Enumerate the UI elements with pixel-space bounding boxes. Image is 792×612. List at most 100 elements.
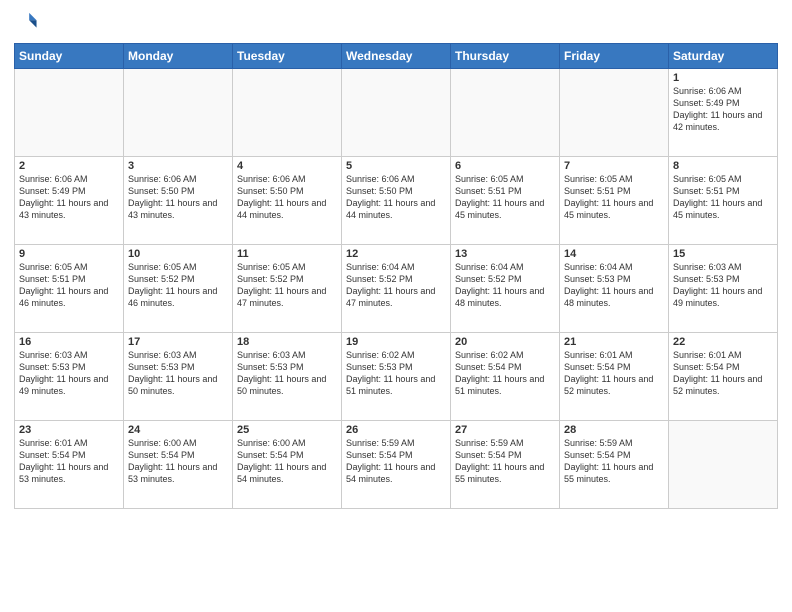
calendar-cell [451, 69, 560, 157]
day-info: Sunrise: 6:04 AMSunset: 5:52 PMDaylight:… [346, 261, 446, 310]
day-number: 18 [237, 336, 337, 348]
page: SundayMondayTuesdayWednesdayThursdayFrid… [0, 0, 792, 612]
day-info: Sunrise: 6:06 AMSunset: 5:50 PMDaylight:… [128, 173, 228, 222]
weekday-thursday: Thursday [451, 44, 560, 69]
calendar-cell [342, 69, 451, 157]
day-number: 7 [564, 160, 664, 172]
calendar-cell: 10Sunrise: 6:05 AMSunset: 5:52 PMDayligh… [124, 245, 233, 333]
day-number: 2 [19, 160, 119, 172]
day-info: Sunrise: 5:59 AMSunset: 5:54 PMDaylight:… [455, 437, 555, 486]
day-info: Sunrise: 6:05 AMSunset: 5:51 PMDaylight:… [564, 173, 664, 222]
weekday-tuesday: Tuesday [233, 44, 342, 69]
calendar-cell: 15Sunrise: 6:03 AMSunset: 5:53 PMDayligh… [669, 245, 778, 333]
day-number: 27 [455, 424, 555, 436]
day-number: 25 [237, 424, 337, 436]
day-info: Sunrise: 6:02 AMSunset: 5:54 PMDaylight:… [455, 349, 555, 398]
day-info: Sunrise: 6:02 AMSunset: 5:53 PMDaylight:… [346, 349, 446, 398]
day-number: 16 [19, 336, 119, 348]
day-number: 8 [673, 160, 773, 172]
calendar-cell [233, 69, 342, 157]
day-number: 20 [455, 336, 555, 348]
day-number: 13 [455, 248, 555, 260]
calendar-cell: 23Sunrise: 6:01 AMSunset: 5:54 PMDayligh… [15, 421, 124, 509]
calendar-cell: 28Sunrise: 5:59 AMSunset: 5:54 PMDayligh… [560, 421, 669, 509]
logo [14, 10, 38, 37]
week-row-1: 2Sunrise: 6:06 AMSunset: 5:49 PMDaylight… [15, 157, 778, 245]
calendar-cell [15, 69, 124, 157]
day-info: Sunrise: 6:01 AMSunset: 5:54 PMDaylight:… [673, 349, 773, 398]
day-number: 6 [455, 160, 555, 172]
day-info: Sunrise: 6:04 AMSunset: 5:53 PMDaylight:… [564, 261, 664, 310]
calendar-cell: 7Sunrise: 6:05 AMSunset: 5:51 PMDaylight… [560, 157, 669, 245]
day-number: 5 [346, 160, 446, 172]
day-number: 9 [19, 248, 119, 260]
day-info: Sunrise: 6:01 AMSunset: 5:54 PMDaylight:… [19, 437, 119, 486]
day-info: Sunrise: 6:04 AMSunset: 5:52 PMDaylight:… [455, 261, 555, 310]
calendar-cell: 2Sunrise: 6:06 AMSunset: 5:49 PMDaylight… [15, 157, 124, 245]
day-info: Sunrise: 5:59 AMSunset: 5:54 PMDaylight:… [564, 437, 664, 486]
day-number: 12 [346, 248, 446, 260]
calendar-cell: 5Sunrise: 6:06 AMSunset: 5:50 PMDaylight… [342, 157, 451, 245]
day-info: Sunrise: 6:00 AMSunset: 5:54 PMDaylight:… [128, 437, 228, 486]
calendar-cell: 4Sunrise: 6:06 AMSunset: 5:50 PMDaylight… [233, 157, 342, 245]
day-number: 1 [673, 72, 773, 84]
day-info: Sunrise: 6:03 AMSunset: 5:53 PMDaylight:… [128, 349, 228, 398]
calendar-cell: 25Sunrise: 6:00 AMSunset: 5:54 PMDayligh… [233, 421, 342, 509]
logo-icon [16, 10, 38, 32]
calendar-cell: 6Sunrise: 6:05 AMSunset: 5:51 PMDaylight… [451, 157, 560, 245]
day-info: Sunrise: 6:05 AMSunset: 5:52 PMDaylight:… [128, 261, 228, 310]
calendar-cell: 20Sunrise: 6:02 AMSunset: 5:54 PMDayligh… [451, 333, 560, 421]
day-info: Sunrise: 6:05 AMSunset: 5:51 PMDaylight:… [455, 173, 555, 222]
calendar-cell: 27Sunrise: 5:59 AMSunset: 5:54 PMDayligh… [451, 421, 560, 509]
day-info: Sunrise: 6:06 AMSunset: 5:50 PMDaylight:… [346, 173, 446, 222]
week-row-2: 9Sunrise: 6:05 AMSunset: 5:51 PMDaylight… [15, 245, 778, 333]
day-number: 21 [564, 336, 664, 348]
day-number: 11 [237, 248, 337, 260]
calendar-cell: 3Sunrise: 6:06 AMSunset: 5:50 PMDaylight… [124, 157, 233, 245]
calendar: SundayMondayTuesdayWednesdayThursdayFrid… [14, 43, 778, 509]
week-row-3: 16Sunrise: 6:03 AMSunset: 5:53 PMDayligh… [15, 333, 778, 421]
day-number: 10 [128, 248, 228, 260]
calendar-cell [124, 69, 233, 157]
weekday-wednesday: Wednesday [342, 44, 451, 69]
header [14, 10, 778, 37]
calendar-cell: 11Sunrise: 6:05 AMSunset: 5:52 PMDayligh… [233, 245, 342, 333]
calendar-cell: 16Sunrise: 6:03 AMSunset: 5:53 PMDayligh… [15, 333, 124, 421]
weekday-header: SundayMondayTuesdayWednesdayThursdayFrid… [15, 44, 778, 69]
day-number: 14 [564, 248, 664, 260]
day-number: 26 [346, 424, 446, 436]
day-number: 24 [128, 424, 228, 436]
calendar-cell: 8Sunrise: 6:05 AMSunset: 5:51 PMDaylight… [669, 157, 778, 245]
week-row-0: 1Sunrise: 6:06 AMSunset: 5:49 PMDaylight… [15, 69, 778, 157]
day-number: 17 [128, 336, 228, 348]
day-info: Sunrise: 6:00 AMSunset: 5:54 PMDaylight:… [237, 437, 337, 486]
day-info: Sunrise: 6:03 AMSunset: 5:53 PMDaylight:… [19, 349, 119, 398]
day-info: Sunrise: 5:59 AMSunset: 5:54 PMDaylight:… [346, 437, 446, 486]
calendar-cell: 14Sunrise: 6:04 AMSunset: 5:53 PMDayligh… [560, 245, 669, 333]
day-info: Sunrise: 6:03 AMSunset: 5:53 PMDaylight:… [673, 261, 773, 310]
calendar-cell: 17Sunrise: 6:03 AMSunset: 5:53 PMDayligh… [124, 333, 233, 421]
day-info: Sunrise: 6:05 AMSunset: 5:51 PMDaylight:… [673, 173, 773, 222]
calendar-cell: 24Sunrise: 6:00 AMSunset: 5:54 PMDayligh… [124, 421, 233, 509]
day-info: Sunrise: 6:06 AMSunset: 5:49 PMDaylight:… [19, 173, 119, 222]
weekday-saturday: Saturday [669, 44, 778, 69]
calendar-cell: 9Sunrise: 6:05 AMSunset: 5:51 PMDaylight… [15, 245, 124, 333]
calendar-cell: 22Sunrise: 6:01 AMSunset: 5:54 PMDayligh… [669, 333, 778, 421]
day-number: 19 [346, 336, 446, 348]
day-info: Sunrise: 6:03 AMSunset: 5:53 PMDaylight:… [237, 349, 337, 398]
weekday-friday: Friday [560, 44, 669, 69]
day-number: 22 [673, 336, 773, 348]
calendar-cell: 1Sunrise: 6:06 AMSunset: 5:49 PMDaylight… [669, 69, 778, 157]
calendar-cell: 26Sunrise: 5:59 AMSunset: 5:54 PMDayligh… [342, 421, 451, 509]
calendar-cell: 12Sunrise: 6:04 AMSunset: 5:52 PMDayligh… [342, 245, 451, 333]
day-info: Sunrise: 6:05 AMSunset: 5:52 PMDaylight:… [237, 261, 337, 310]
calendar-cell: 19Sunrise: 6:02 AMSunset: 5:53 PMDayligh… [342, 333, 451, 421]
calendar-cell [669, 421, 778, 509]
calendar-cell: 21Sunrise: 6:01 AMSunset: 5:54 PMDayligh… [560, 333, 669, 421]
day-info: Sunrise: 6:06 AMSunset: 5:50 PMDaylight:… [237, 173, 337, 222]
day-number: 28 [564, 424, 664, 436]
day-info: Sunrise: 6:05 AMSunset: 5:51 PMDaylight:… [19, 261, 119, 310]
weekday-sunday: Sunday [15, 44, 124, 69]
weekday-monday: Monday [124, 44, 233, 69]
day-number: 23 [19, 424, 119, 436]
